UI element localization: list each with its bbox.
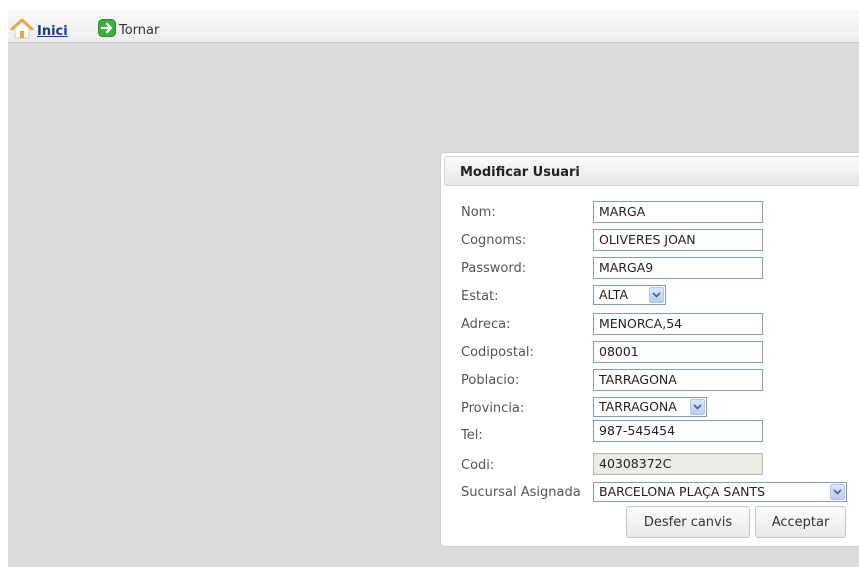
top-navigation-bar: Inici Tornar xyxy=(8,10,859,43)
accept-button[interactable]: Acceptar xyxy=(755,506,846,538)
chevron-down-icon[interactable] xyxy=(649,287,664,303)
chevron-down-icon[interactable] xyxy=(690,399,705,415)
provincia-select-value: TARRAGONA xyxy=(599,399,677,414)
tel-label: Tel: xyxy=(461,428,483,443)
provincia-label: Provincia: xyxy=(461,401,525,416)
sucursal-select-value: BARCELONA PLAÇA SANTS xyxy=(599,484,766,499)
adreca-label: Adreca: xyxy=(461,317,511,332)
codi-label: Codi: xyxy=(461,458,495,473)
password-label: Password: xyxy=(461,261,527,276)
cognoms-label: Cognoms: xyxy=(461,233,527,248)
codipostal-input[interactable]: 08001 xyxy=(593,341,763,363)
nav-back-link[interactable]: Tornar xyxy=(98,19,159,41)
chevron-down-icon[interactable] xyxy=(830,484,845,500)
codi-readonly-field: 40308372C xyxy=(593,453,763,475)
nom-label: Nom: xyxy=(461,205,496,220)
codipostal-label: Codipostal: xyxy=(461,345,534,360)
estat-select[interactable]: ALTA xyxy=(593,285,666,305)
estat-label: Estat: xyxy=(461,289,499,304)
password-input[interactable]: MARGA9 xyxy=(593,257,763,279)
adreca-input[interactable]: MENORCA,54 xyxy=(593,313,763,335)
modify-user-panel: Modificar Usuari Nom: MARGA Cognoms: OLI… xyxy=(440,152,859,547)
nom-input[interactable]: MARGA xyxy=(593,201,763,223)
provincia-select[interactable]: TARRAGONA xyxy=(593,397,707,417)
cognoms-input[interactable]: OLIVERES JOAN xyxy=(593,229,763,251)
sucursal-label: Sucursal Asignada xyxy=(461,485,581,500)
sucursal-select[interactable]: BARCELONA PLAÇA SANTS xyxy=(593,482,847,502)
top-strip xyxy=(0,0,859,10)
home-icon xyxy=(10,18,34,43)
tel-input[interactable]: 987-545454 xyxy=(593,420,763,442)
nav-home-label[interactable]: Inici xyxy=(37,24,68,39)
nav-home-link[interactable]: Inici xyxy=(10,18,68,43)
nav-back-label[interactable]: Tornar xyxy=(119,23,159,38)
poblacio-label: Poblacio: xyxy=(461,373,520,388)
undo-changes-button[interactable]: Desfer canvis xyxy=(626,506,750,538)
panel-header: Modificar Usuari xyxy=(444,156,859,186)
forward-arrow-icon xyxy=(98,19,116,41)
panel-title: Modificar Usuari xyxy=(460,165,580,180)
estat-select-value: ALTA xyxy=(599,287,629,302)
poblacio-input[interactable]: TARRAGONA xyxy=(593,369,763,391)
